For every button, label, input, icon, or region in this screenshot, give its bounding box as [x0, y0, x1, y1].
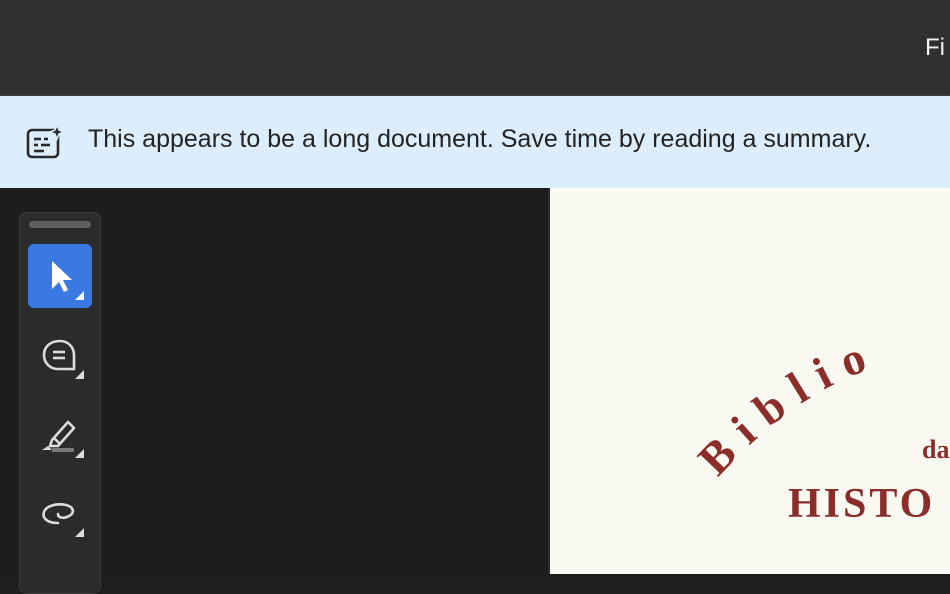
comment-tool-button[interactable] [28, 323, 92, 387]
tools-toolbar [19, 212, 101, 594]
comment-tool-more-icon [75, 370, 84, 379]
arc-title-text: Biblio [688, 326, 871, 484]
ai-summary-icon [26, 124, 64, 159]
top-bar: Fi [0, 0, 950, 96]
draw-tool-more-icon [75, 528, 84, 537]
summary-banner-text: This appears to be a long document. Save… [88, 125, 872, 153]
document-page: Biblio da HISTO [550, 188, 950, 574]
top-bar-partial-label[interactable]: Fi [925, 34, 945, 62]
toolbar-drag-handle[interactable] [29, 221, 91, 228]
highlight-tool-button[interactable] [28, 402, 92, 466]
document-main-title: HISTO [788, 481, 936, 527]
document-subtitle: da [922, 435, 950, 464]
draw-tool-button[interactable] [28, 481, 92, 545]
svg-text:Biblio: Biblio [688, 326, 885, 484]
highlight-tool-more-icon [75, 449, 84, 458]
select-tool-more-icon [75, 291, 84, 300]
select-tool-button[interactable] [28, 244, 92, 308]
